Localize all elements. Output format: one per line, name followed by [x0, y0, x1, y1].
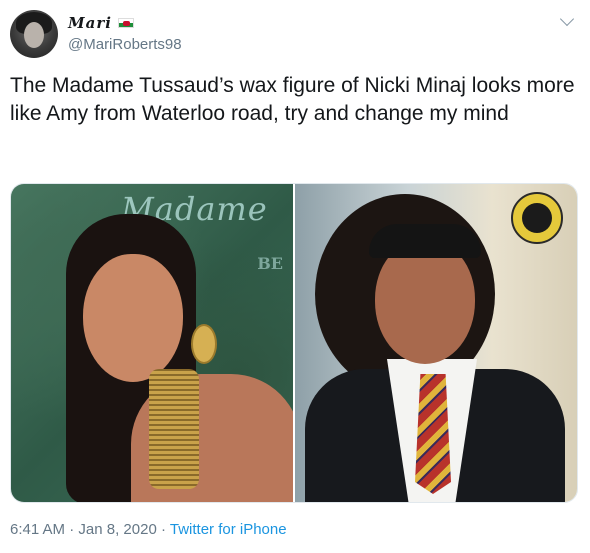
photo-wax-figure[interactable]: Madame BE [11, 184, 293, 502]
author-name-row[interactable]: Mari [68, 14, 134, 32]
user-handle[interactable]: @MariRoberts98 [68, 36, 182, 53]
tweet-date: Jan 8, 2020 [78, 521, 157, 538]
chevron-down-icon[interactable] [559, 11, 575, 27]
waterloo-logo-inner [522, 203, 552, 233]
amy-tie [415, 374, 451, 494]
avatar[interactable] [10, 10, 58, 58]
photo-amy[interactable] [295, 184, 577, 502]
avatar-face [24, 22, 44, 48]
sign-subtext: BE [257, 254, 283, 273]
figure-earring [191, 324, 217, 364]
media-grid: Madame BE [10, 183, 578, 503]
tweet-time: 6:41 AM [10, 521, 66, 538]
tweet-time-link[interactable]: 6:41 AM · Jan 8, 2020 [10, 521, 157, 538]
wales-flag-icon [117, 18, 134, 28]
amy-headband [369, 224, 481, 258]
figure-necklace [149, 369, 199, 489]
tweet-text: The Madame Tussaud’s wax figure of Nicki… [10, 74, 575, 125]
waterloo-road-logo [511, 192, 563, 244]
display-name[interactable]: Mari [68, 14, 112, 32]
separator: · [65, 521, 79, 538]
tweet-source-link[interactable]: Twitter for iPhone [170, 521, 287, 538]
tweet-timestamp-row: 6:41 AM · Jan 8, 2020 · Twitter for iPho… [10, 521, 287, 538]
figure-face [83, 254, 183, 382]
separator: · [156, 521, 170, 538]
